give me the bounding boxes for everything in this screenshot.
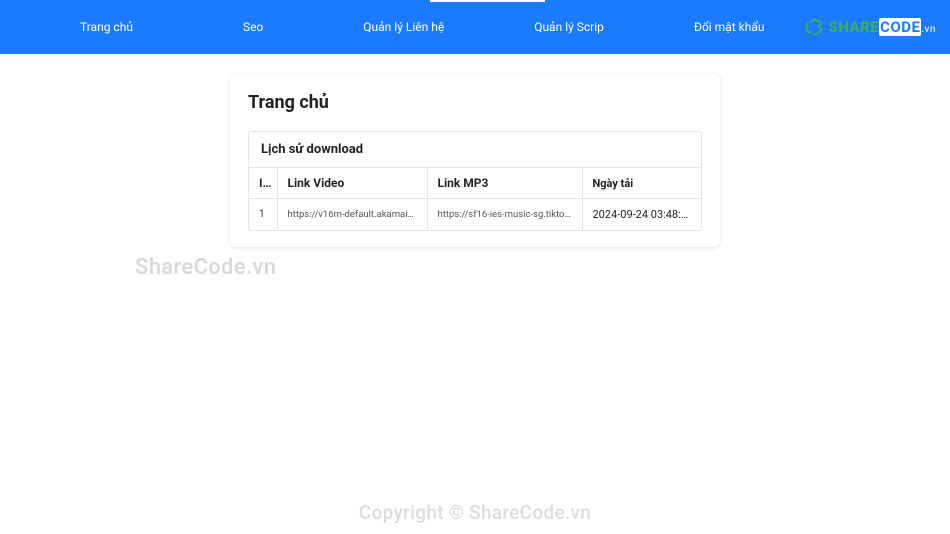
col-header-link-mp3: Link MP3 <box>427 168 582 199</box>
site-logo[interactable]: SHARECODE.vn <box>804 17 935 37</box>
logo-vn-text: .vn <box>921 24 936 35</box>
top-navbar: Trang chủ Seo Quản lý Liên hệ Quản lý Sc… <box>0 0 950 54</box>
col-header-id: ID <box>249 168 277 199</box>
watermark-sharecode: ShareCode.vn <box>135 255 276 280</box>
download-history-section: Lịch sử download ID Link Video Link MP3 … <box>248 131 702 231</box>
nav-seo[interactable]: Seo <box>203 20 323 34</box>
table-row: 1 https://v16m-default.akamaized.net/...… <box>249 199 701 231</box>
cell-link-video[interactable]: https://v16m-default.akamaized.net/... <box>277 199 427 231</box>
main-content: Trang chủ Lịch sử download ID Link Video… <box>0 54 950 247</box>
nav-active-indicator <box>430 0 545 2</box>
cell-date: 2024-09-24 03:48:07 <box>582 199 701 231</box>
nav-script-mgmt[interactable]: Quản lý Scrip <box>494 20 664 34</box>
nav-items: Trang chủ Seo Quản lý Liên hệ Quản lý Sc… <box>20 20 804 34</box>
content-card: Trang chủ Lịch sử download ID Link Video… <box>230 74 720 247</box>
page-title: Trang chủ <box>248 92 702 113</box>
cell-id: 1 <box>249 199 277 231</box>
recycle-icon <box>804 17 824 37</box>
cell-link-mp3[interactable]: https://sf16-ies-music-sg.tiktokcdn.c... <box>427 199 582 231</box>
table-header-row: ID Link Video Link MP3 Ngày tải <box>249 168 701 199</box>
nav-change-password[interactable]: Đổi mật khẩu <box>664 20 805 34</box>
download-history-table: ID Link Video Link MP3 Ngày tải 1 https:… <box>249 168 701 230</box>
nav-contact-mgmt[interactable]: Quản lý Liên hệ <box>323 20 494 34</box>
logo-text: SHARECODE.vn <box>828 18 935 36</box>
section-title: Lịch sử download <box>249 132 701 168</box>
logo-code-text: CODE <box>879 18 921 36</box>
logo-share-text: SHARE <box>828 18 879 36</box>
col-header-link-video: Link Video <box>277 168 427 199</box>
watermark-copyright: Copyright © ShareCode.vn <box>359 501 591 524</box>
nav-home[interactable]: Trang chủ <box>20 20 203 34</box>
col-header-date: Ngày tải <box>582 168 701 199</box>
